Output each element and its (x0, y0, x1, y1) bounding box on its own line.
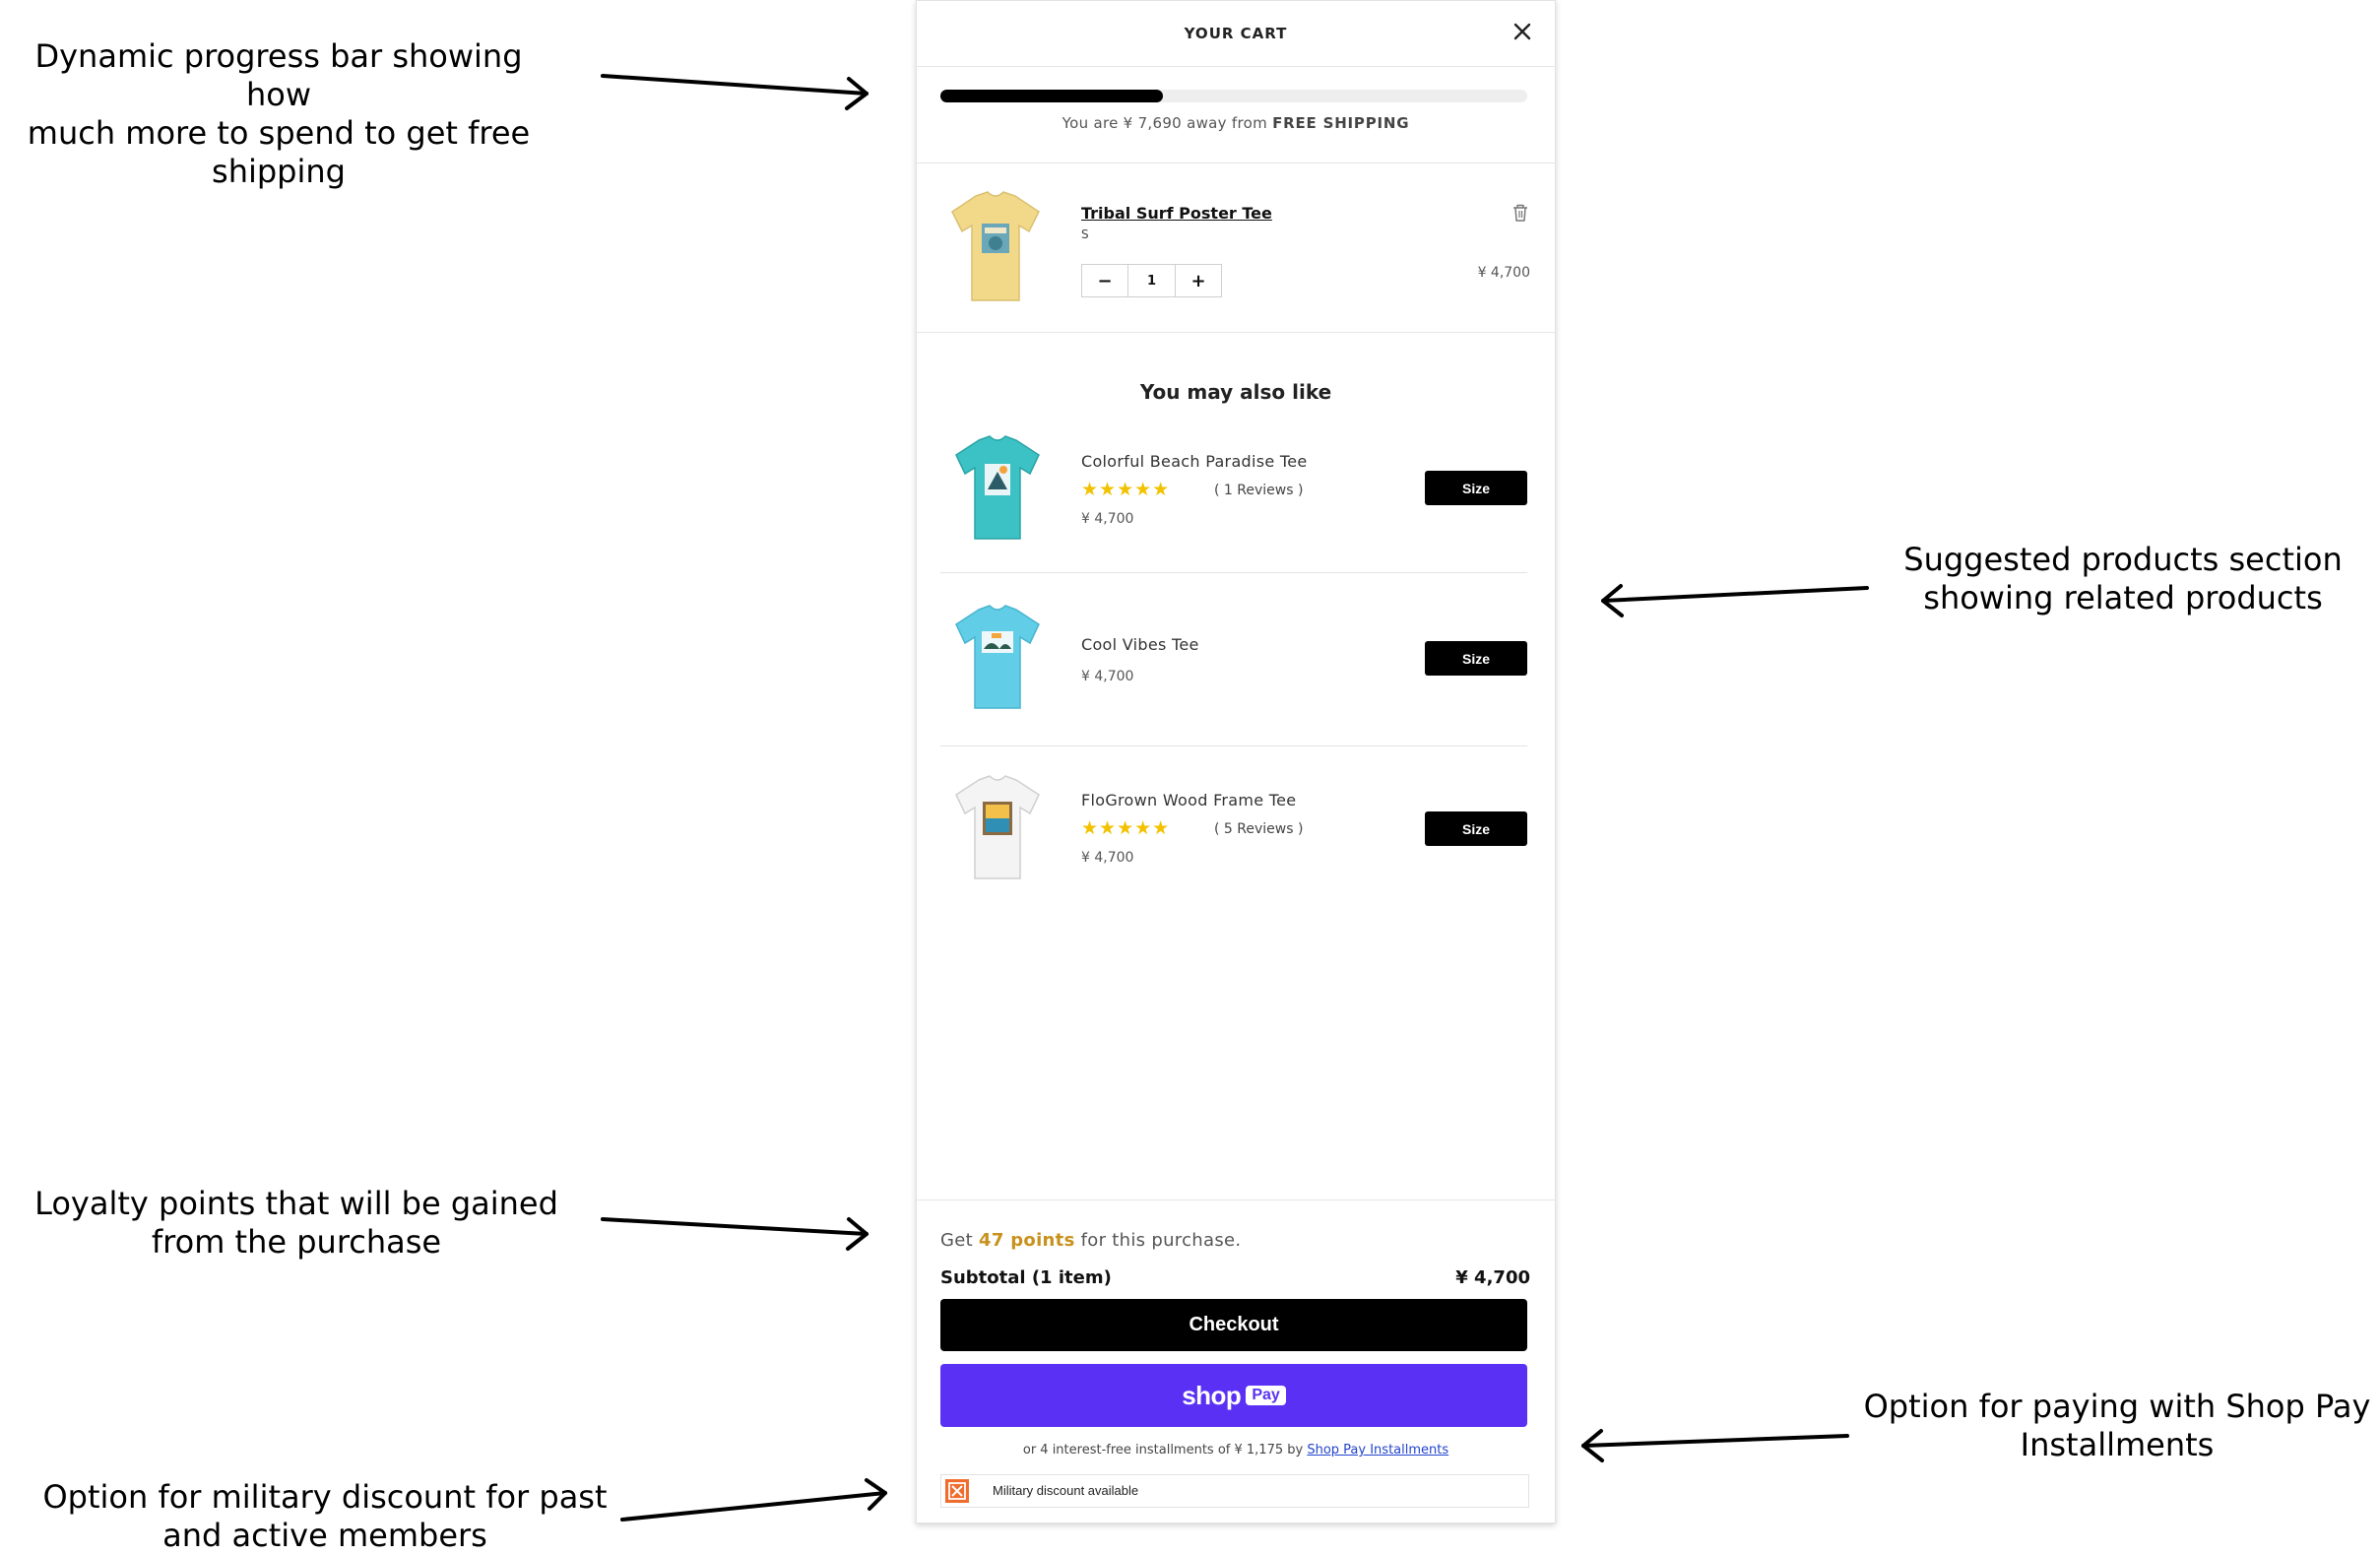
free-shipping-message: You are ¥ 7,690 away from FREE SHIPPING (917, 114, 1555, 132)
shop-pay-logo: shop (1182, 1380, 1242, 1410)
star-rating: ★★★★★ (1081, 817, 1171, 839)
suggestions-title: You may also like (1139, 380, 1332, 404)
annotation-shop-pay: Option for paying with Shop Pay Installm… (1863, 1388, 2371, 1463)
tshirt-product-image[interactable] (952, 434, 1043, 543)
free-shipping-label: FREE SHIPPING (1272, 114, 1410, 132)
points-prefix: Get (940, 1230, 973, 1251)
suggested-product-price: ¥ 4,700 (1081, 511, 1134, 527)
annotation-military: Option for military discount for past an… (42, 1478, 608, 1554)
quantity-value[interactable]: 1 (1127, 265, 1176, 296)
installments-message: or 4 interest-free installments of ¥ 1,1… (917, 1443, 1555, 1458)
annotation-progress-bar: Dynamic progress bar showing how much mo… (27, 37, 531, 190)
cart-title: YOUR CART (1184, 25, 1288, 42)
size-button[interactable]: Size (1425, 811, 1527, 846)
trash-icon[interactable] (1510, 202, 1531, 224)
free-shipping-progress: You are ¥ 7,690 away from FREE SHIPPING (917, 66, 1555, 163)
size-button[interactable]: Size (1425, 641, 1527, 676)
shop-pay-button[interactable]: shop Pay (940, 1364, 1527, 1427)
progress-track (940, 90, 1527, 102)
arrow-to-suggested (1601, 584, 1869, 617)
cart-drawer: YOUR CART You are ¥ 7,690 away from FREE… (916, 0, 1556, 1523)
military-discount-text: Military discount available (993, 1483, 1139, 1498)
review-count[interactable]: ( 1 Reviews ) (1214, 483, 1303, 498)
suggested-product: FloGrown Wood Frame Tee ★★★★★ ( 5 Review… (940, 774, 1527, 892)
arrow-to-military (620, 1478, 887, 1522)
shop-pay-badge: Pay (1246, 1386, 1286, 1405)
cart-item-price: ¥ 4,700 (1477, 265, 1530, 281)
suggested-product-name[interactable]: Cool Vibes Tee (1081, 635, 1199, 654)
points-suffix: for this purchase. (1080, 1230, 1242, 1251)
cart-item-variant: S (1081, 227, 1089, 241)
cart-item-name[interactable]: Tribal Surf Poster Tee (1081, 204, 1272, 223)
tshirt-product-image[interactable] (952, 604, 1043, 712)
star-rating: ★★★★★ (1081, 479, 1171, 500)
arrow-to-loyalty (601, 1217, 868, 1251)
cart-header: YOUR CART (917, 1, 1555, 67)
loyalty-points-message: Get 47 points for this purchase. (940, 1230, 1241, 1251)
annotation-loyalty-points: Loyalty points that will be gained from … (34, 1185, 558, 1261)
suggested-product-price: ¥ 4,700 (1081, 850, 1134, 866)
shipping-remaining-text: You are ¥ 7,690 away from (1061, 114, 1267, 132)
progress-fill (940, 90, 1164, 102)
review-count[interactable]: ( 5 Reviews ) (1214, 821, 1303, 837)
arrow-to-shop-pay (1581, 1429, 1849, 1462)
checkout-button[interactable]: Checkout (940, 1299, 1527, 1351)
quantity-stepper[interactable]: − 1 + (1081, 264, 1222, 297)
suggested-product: Colorful Beach Paradise Tee ★★★★★ ( 1 Re… (940, 434, 1527, 552)
arrow-to-progress-bar (601, 74, 868, 110)
tshirt-product-image[interactable] (952, 774, 1043, 882)
installments-text: or 4 interest-free installments of ¥ 1,1… (1022, 1443, 1304, 1458)
shop-pay-installments-link[interactable]: Shop Pay Installments (1307, 1443, 1448, 1458)
size-button[interactable]: Size (1425, 471, 1527, 505)
cart-footer: Get 47 points for this purchase. Subtota… (917, 1199, 1555, 1523)
divider (940, 572, 1527, 573)
suggested-product: Cool Vibes Tee ¥ 4,700 Size (940, 604, 1527, 722)
divider (940, 745, 1527, 746)
quantity-decrease-button[interactable]: − (1082, 265, 1127, 296)
annotation-suggested-products: Suggested products section showing relat… (1903, 541, 2343, 616)
military-discount-option[interactable]: Military discount available (940, 1474, 1529, 1508)
quantity-increase-button[interactable]: + (1176, 265, 1221, 296)
tshirt-product-image[interactable] (948, 190, 1043, 304)
close-icon[interactable] (1510, 19, 1535, 44)
cart-line-item: Tribal Surf Poster Tee S − 1 + ¥ 4,700 (917, 162, 1555, 333)
suggested-product-name[interactable]: FloGrown Wood Frame Tee (1081, 791, 1296, 810)
suggested-product-price: ¥ 4,700 (1081, 669, 1134, 684)
military-badge-icon (945, 1479, 969, 1503)
subtotal-label: Subtotal (1 item) (940, 1267, 1112, 1288)
subtotal-value: ¥ 4,700 (1455, 1267, 1530, 1288)
points-value: 47 points (979, 1230, 1075, 1251)
suggested-product-name[interactable]: Colorful Beach Paradise Tee (1081, 452, 1308, 471)
